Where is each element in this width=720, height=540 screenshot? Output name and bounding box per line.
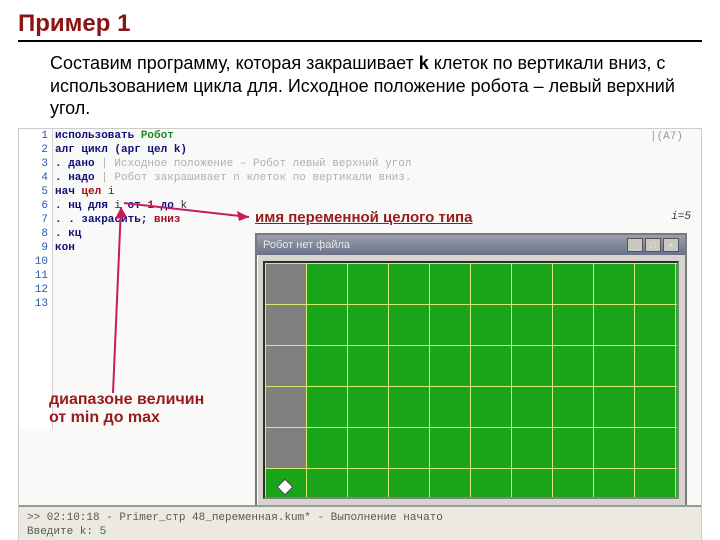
var: i xyxy=(114,200,127,212)
annotation-range: диапазоне величин от min до max xyxy=(49,391,204,428)
var: k xyxy=(180,200,187,212)
comment: | Робот закрашивает n клеток по вертикал… xyxy=(101,172,411,184)
kw: использовать xyxy=(55,130,141,142)
num: 1 xyxy=(147,200,160,212)
kw: цел xyxy=(81,186,107,198)
kw: до xyxy=(161,200,181,212)
robot-window-title: Робот нет файла xyxy=(263,239,350,251)
anno-range-l1: диапазоне величин xyxy=(49,391,204,409)
lineno: 12 xyxy=(19,283,52,297)
comment: | Исходное положение – Робот левый верхн… xyxy=(101,158,411,170)
console-input: 5 xyxy=(100,526,107,538)
kw: цикл xyxy=(81,144,114,156)
robot-window: Робот нет файла _ □ × xyxy=(255,233,687,507)
slide: Пример 1 Составим программу, которая зак… xyxy=(0,0,720,540)
kw: . надо xyxy=(55,172,101,184)
window-controls: _ □ × xyxy=(627,238,679,252)
kw: . дано xyxy=(55,158,101,170)
close-button[interactable]: × xyxy=(663,238,679,252)
filled-cell xyxy=(266,305,306,345)
kw: нач xyxy=(55,186,81,198)
minimize-button[interactable]: _ xyxy=(627,238,643,252)
filled-cell xyxy=(266,387,306,427)
i-value: i=5 xyxy=(671,211,691,223)
var: i xyxy=(108,186,115,198)
console-prompt: Введите k: xyxy=(27,526,100,538)
console-output: >> 02:10:18 - Primer_стр 48_переменная.k… xyxy=(19,505,701,540)
lineno: 13 xyxy=(19,297,52,311)
lineno: 11 xyxy=(19,269,52,283)
description: Составим программу, которая закрашивает … xyxy=(18,52,702,120)
filled-cell xyxy=(266,346,306,386)
lineno: 5 xyxy=(19,185,52,199)
kw: от xyxy=(128,200,148,212)
desc-k: k xyxy=(419,53,429,73)
lineno: 9 xyxy=(19,241,52,255)
desc-pre: Составим программу, которая закрашивает xyxy=(50,53,419,73)
lineno: 8 xyxy=(19,227,52,241)
filled-cell xyxy=(266,264,306,304)
kw: кон xyxy=(55,242,75,254)
robot-field xyxy=(263,261,679,499)
lineno: 1 xyxy=(19,129,52,143)
maximize-button[interactable]: □ xyxy=(645,238,661,252)
kw: Робот xyxy=(141,130,174,142)
kw: . . закрасить; xyxy=(55,214,154,226)
kw: (арг цел k) xyxy=(114,144,187,156)
kw: вниз xyxy=(154,214,180,226)
ide-screenshot: 1 2 3 4 5 6 7 8 9 10 11 12 13 использова… xyxy=(18,128,702,540)
robot-window-titlebar: Робот нет файла _ □ × xyxy=(257,235,685,255)
console-line: >> 02:10:18 - Primer_стр 48_переменная.k… xyxy=(27,511,693,525)
title-underline xyxy=(18,40,702,42)
filled-cell xyxy=(266,428,306,468)
lineno: 3 xyxy=(19,157,52,171)
lineno: 7 xyxy=(19,213,52,227)
kw: . нц для xyxy=(55,200,114,212)
slide-title: Пример 1 xyxy=(18,10,702,38)
a7-label: |(A7) xyxy=(650,131,683,143)
lineno: 6 xyxy=(19,199,52,213)
line-gutter: 1 2 3 4 5 6 7 8 9 10 11 12 13 xyxy=(19,129,53,429)
lineno: 10 xyxy=(19,255,52,269)
lineno: 4 xyxy=(19,171,52,185)
annotation-var-type: имя переменной целого типа xyxy=(255,209,472,226)
anno-range-l2: от min до max xyxy=(49,409,204,427)
kw: . кц xyxy=(55,228,81,240)
lineno: 2 xyxy=(19,143,52,157)
kw: алг xyxy=(55,144,81,156)
grid-lines xyxy=(265,263,677,497)
